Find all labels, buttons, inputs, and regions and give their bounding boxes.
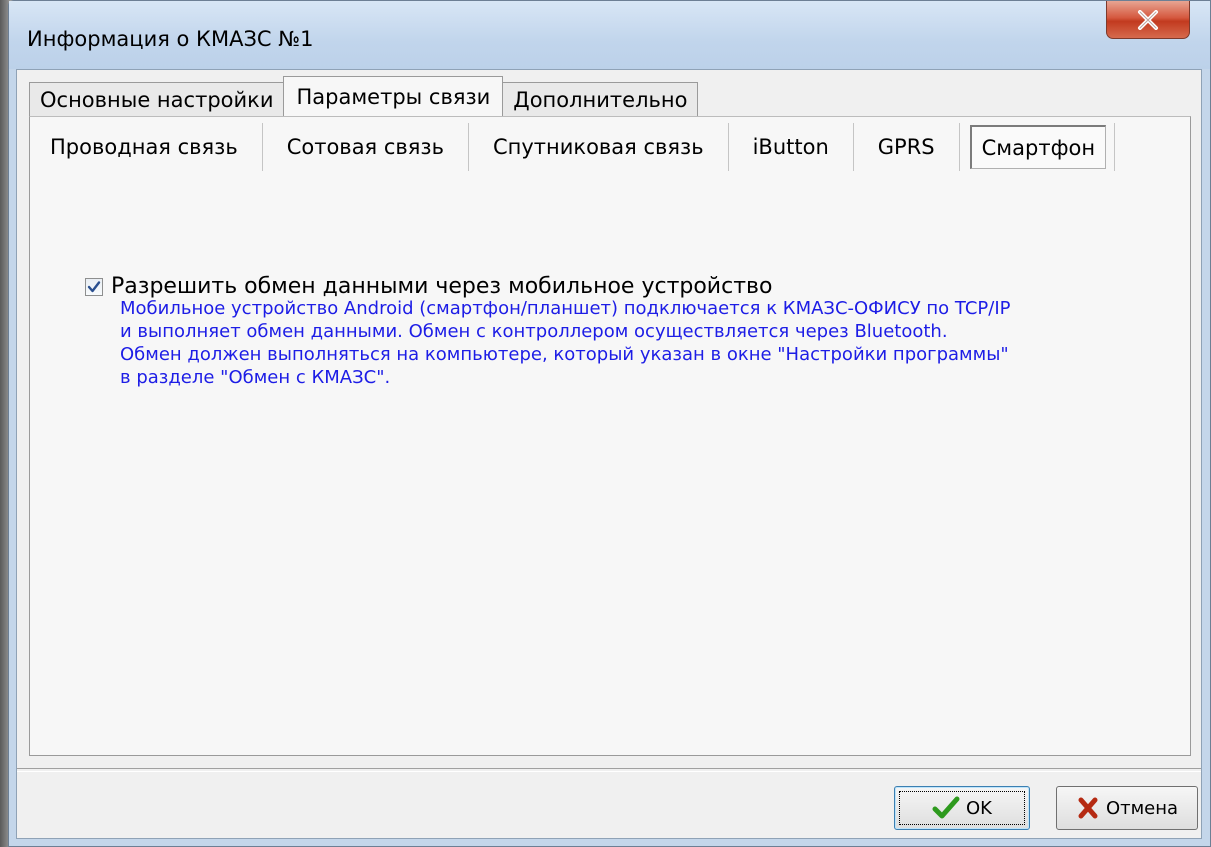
focus-rectangle	[899, 791, 1025, 825]
subtab-label: Смартфон	[981, 135, 1096, 160]
red-x-icon	[1078, 797, 1098, 819]
subtab-label: iButton	[752, 135, 829, 159]
allow-mobile-exchange-row[interactable]: Разрешить обмен данными через мобильное …	[85, 274, 772, 299]
allow-mobile-exchange-label: Разрешить обмен данными через мобильное …	[111, 274, 773, 299]
title-bar[interactable]: Информация о КМАЗС №1	[9, 1, 1210, 69]
cancel-label: Отмена	[1105, 797, 1179, 819]
window-title: Информация о КМАЗС №1	[27, 27, 314, 51]
close-button[interactable]	[1106, 1, 1190, 39]
info-line: Мобильное устройство Android (смартфон/п…	[120, 298, 1011, 319]
subtab-label: Проводная связь	[50, 135, 238, 159]
subtab-gprs[interactable]: GPRS	[854, 123, 960, 171]
tab-label: Параметры связи	[296, 84, 491, 109]
connection-params-panel: Проводная связь Сотовая связь Спутникова…	[29, 116, 1191, 756]
main-tabs: Основные настройки Параметры связи Допол…	[29, 76, 699, 116]
allow-mobile-exchange-checkbox[interactable]	[85, 277, 103, 296]
smartphone-info-text: Мобильное устройство Android (смартфон/п…	[120, 297, 1120, 389]
ok-button[interactable]: OK	[894, 786, 1030, 830]
tab-connection-params[interactable]: Параметры связи	[283, 76, 504, 116]
tab-label: Дополнительно	[513, 87, 688, 112]
subtab-satellite[interactable]: Спутниковая связь	[469, 123, 729, 171]
info-line: Обмен должен выполняться на компьютере, …	[120, 344, 1009, 365]
footer-divider	[17, 768, 1201, 772]
connection-subtabs: Проводная связь Сотовая связь Спутникова…	[30, 123, 1116, 171]
tab-label: Основные настройки	[40, 87, 274, 112]
subtab-divider	[1114, 123, 1116, 171]
tab-additional[interactable]: Дополнительно	[502, 82, 699, 116]
cancel-button[interactable]: Отмена	[1056, 786, 1198, 830]
info-line: в разделе "Обмен с КМАЗС".	[120, 367, 391, 388]
subtab-smartphone[interactable]: Смартфон	[969, 125, 1107, 169]
close-icon	[1138, 9, 1158, 30]
subtab-label: Спутниковая связь	[492, 135, 704, 159]
checkmark-icon	[87, 280, 101, 292]
info-line: и выполняет обмен данными. Обмен с контр…	[120, 321, 948, 342]
subtab-label: Сотовая связь	[286, 135, 444, 159]
subtab-wired[interactable]: Проводная связь	[30, 123, 263, 171]
tab-basic-settings[interactable]: Основные настройки	[29, 82, 285, 116]
dialog-window: Информация о КМАЗС №1 Основные настройки…	[8, 0, 1211, 847]
subtab-label: GPRS	[877, 135, 935, 159]
subtab-cellular[interactable]: Сотовая связь	[263, 123, 469, 171]
subtab-ibutton[interactable]: iButton	[729, 123, 854, 171]
dialog-client-area: Основные настройки Параметры связи Допол…	[16, 69, 1202, 839]
